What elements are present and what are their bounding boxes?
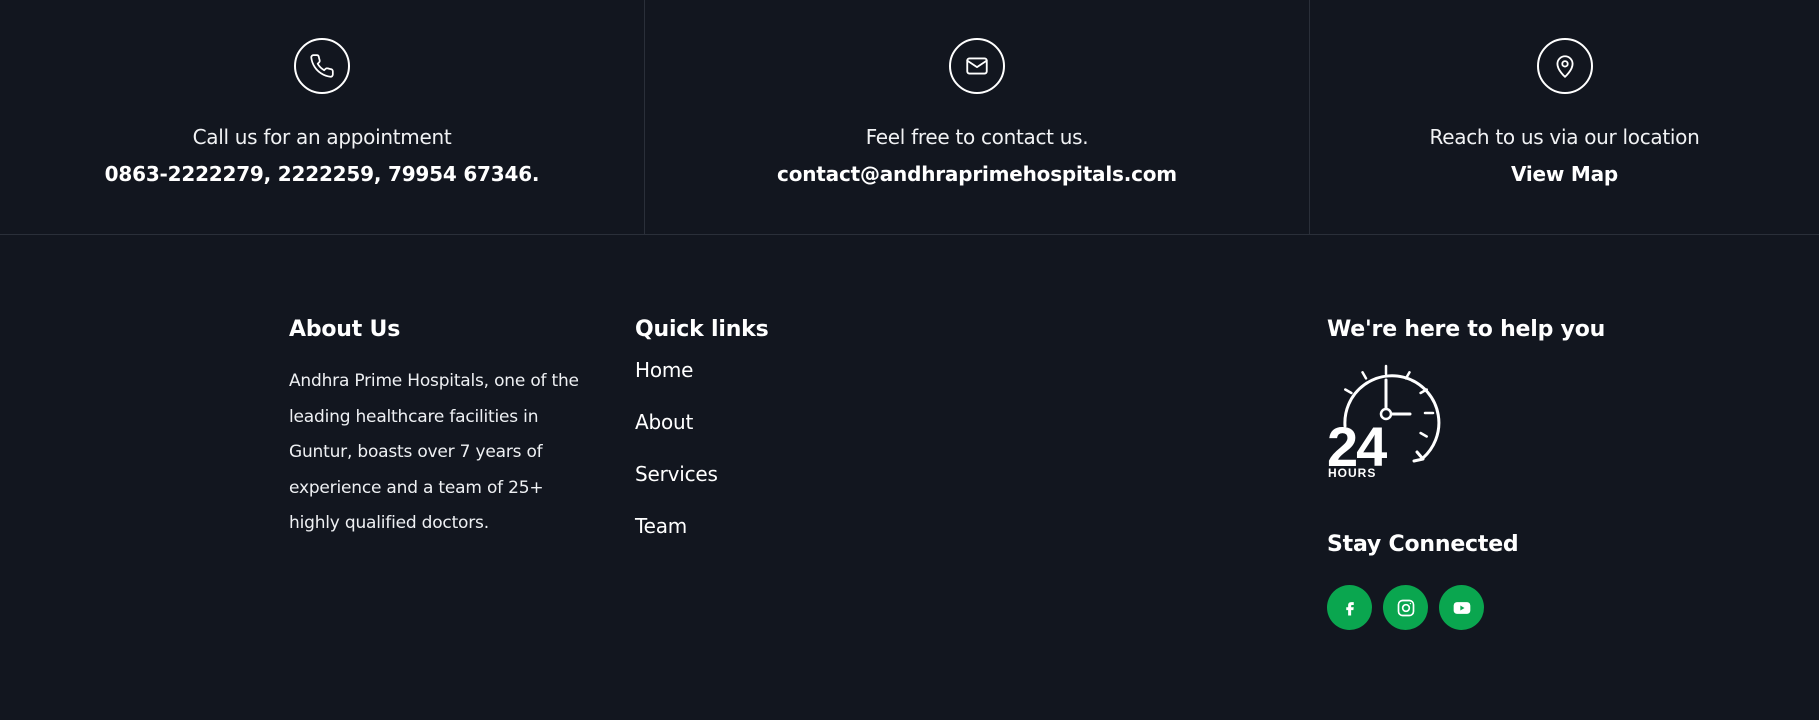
about-column: About Us Andhra Prime Hospitals, one of … [289, 317, 584, 542]
contact-bar: Call us for an appointment 0863-2222279,… [0, 0, 1819, 235]
help-column: We're here to help you 24 HOURS Stay Con… [1327, 317, 1627, 630]
map-pin-icon [1536, 38, 1593, 94]
help-heading: We're here to help you [1327, 317, 1606, 342]
instagram-button[interactable] [1383, 585, 1428, 630]
about-text: Andhra Prime Hospitals, one of the leadi… [289, 371, 579, 533]
quick-link-services[interactable]: Services [635, 462, 718, 486]
list-item: About [635, 410, 895, 462]
instagram-icon [1397, 599, 1414, 616]
contact-location-block: Reach to us via our location View Map [1310, 0, 1819, 234]
clock-caption: HOURS [1328, 466, 1376, 478]
quick-links-list: Home About Services Team [635, 358, 895, 566]
facebook-icon [1345, 601, 1354, 615]
footer-main: About Us Andhra Prime Hospitals, one of … [0, 235, 1819, 720]
location-caption: Reach to us via our location [1429, 125, 1700, 149]
contact-email-block: Feel free to contact us. contact@andhrap… [645, 0, 1310, 234]
list-item: Services [635, 462, 895, 514]
facebook-button[interactable] [1327, 585, 1372, 630]
email-caption: Feel free to contact us. [865, 125, 1089, 149]
envelope-icon [949, 38, 1005, 94]
email-link[interactable]: contact@andhraprimehospitals.com [777, 162, 1177, 186]
phone-icon [294, 38, 350, 94]
quick-link-team[interactable]: Team [635, 514, 687, 538]
quick-link-about[interactable]: About [635, 410, 693, 434]
view-map-link[interactable]: View Map [1511, 162, 1618, 186]
phone-numbers-link[interactable]: 0863-2222279, 2222259, 79954 67346. [105, 162, 540, 186]
about-heading: About Us [289, 317, 401, 342]
quick-links-column: Quick links Home About Services Team [635, 317, 895, 566]
youtube-icon [1453, 601, 1470, 614]
stay-connected-heading: Stay Connected [1327, 532, 1519, 557]
list-item: Home [635, 358, 895, 410]
social-links [1327, 585, 1627, 630]
quick-links-heading: Quick links [635, 317, 769, 342]
quick-link-home[interactable]: Home [635, 358, 693, 382]
list-item: Team [635, 514, 895, 566]
contact-phone-block: Call us for an appointment 0863-2222279,… [0, 0, 645, 234]
24-hours-clock-icon: 24 HOURS [1327, 360, 1445, 480]
youtube-button[interactable] [1439, 585, 1484, 630]
phone-caption: Call us for an appointment [192, 125, 452, 149]
